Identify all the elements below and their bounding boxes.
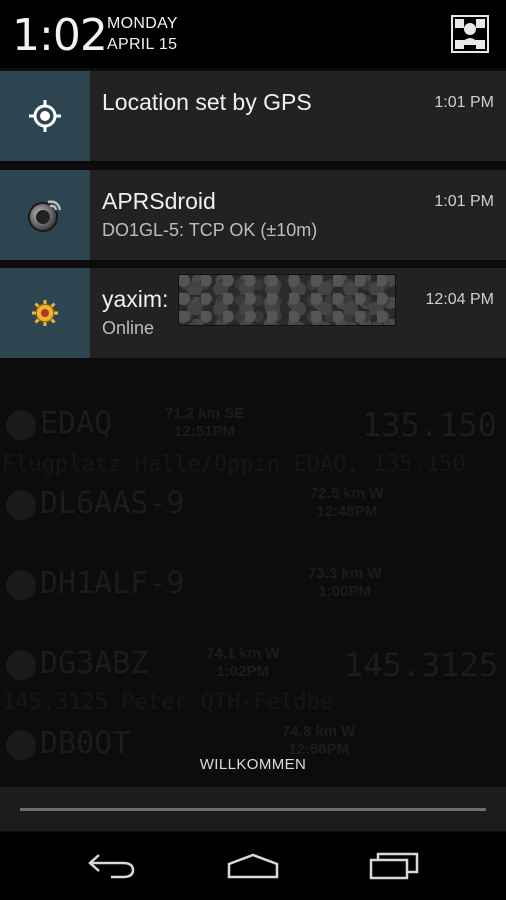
notification-icon-box (0, 268, 90, 358)
bg-distance: 71.2 km SE 12:51PM (165, 405, 245, 440)
notification-title: yaxim: (102, 286, 169, 312)
bg-comment: Flugplatz Halle/Oppin EDAQ, 135.150 (2, 452, 466, 477)
bg-distance: 74.1 km W 1:02PM (206, 645, 280, 680)
quick-settings-icon (451, 15, 489, 53)
notification-title: APRSdroid (102, 188, 216, 214)
home-icon (227, 853, 279, 879)
redacted-contact (178, 274, 396, 326)
bg-distance: 72.5 km W 12:48PM (310, 485, 384, 520)
plane-symbol-icon (6, 410, 36, 440)
notification-icon-box (0, 71, 90, 161)
shade-handle-area[interactable] (0, 787, 506, 831)
station-symbol-icon (6, 490, 36, 520)
status-header: 1:02 MONDAY APRIL 15 (0, 0, 506, 68)
notification-text: Online (102, 318, 155, 338)
day-label: MONDAY (107, 15, 178, 32)
quick-settings-button[interactable] (446, 12, 494, 56)
notification-text: DO1GL-5: TCP OK (±10m) (102, 220, 318, 240)
navigation-bar (0, 832, 506, 900)
carrier-label: WILLKOMMEN (199, 756, 307, 773)
bg-distance: 74.8 km W 12:58PM (282, 723, 356, 758)
bg-comment: 145.3125 Peter QTH-Feldbe (2, 690, 334, 715)
aprsdroid-icon (28, 200, 62, 232)
notification-title: Location set by GPS (102, 89, 312, 115)
notification-time: 12:04 PM (425, 291, 494, 308)
back-button[interactable] (72, 842, 152, 890)
bg-callsign: EDAQ (40, 406, 113, 441)
divider (0, 161, 506, 163)
shade-drag-handle[interactable] (20, 808, 486, 811)
yaxim-icon (32, 300, 58, 326)
bg-frequency: 145.3125 (344, 646, 499, 684)
recent-apps-button[interactable] (354, 842, 434, 890)
notification-aprsdroid[interactable]: APRSdroid DO1GL-5: TCP OK (±10m) 1:01 PM (0, 170, 506, 260)
notification-gps[interactable]: Location set by GPS 1:01 PM (0, 71, 506, 161)
clock: 1:02 (12, 10, 108, 61)
station-symbol-icon (6, 570, 36, 600)
recent-apps-icon (369, 852, 419, 880)
bg-callsign: DG3ABZ (40, 646, 149, 681)
notification-time: 1:01 PM (434, 94, 494, 111)
notification-time: 1:01 PM (434, 193, 494, 210)
notification-icon-box (0, 170, 90, 260)
location-crosshair-icon (29, 100, 61, 132)
divider (0, 260, 506, 262)
bg-frequency: 135.150 (362, 406, 497, 444)
back-icon (88, 854, 135, 879)
home-button[interactable] (213, 842, 293, 890)
bg-callsign: DH1ALF-9 (40, 566, 185, 601)
bg-distance: 73.3 km W 1:00PM (308, 565, 382, 600)
date-label: APRIL 15 (107, 36, 178, 53)
bg-callsign: DL6AAS-9 (40, 486, 185, 521)
station-symbol-icon (6, 650, 36, 680)
